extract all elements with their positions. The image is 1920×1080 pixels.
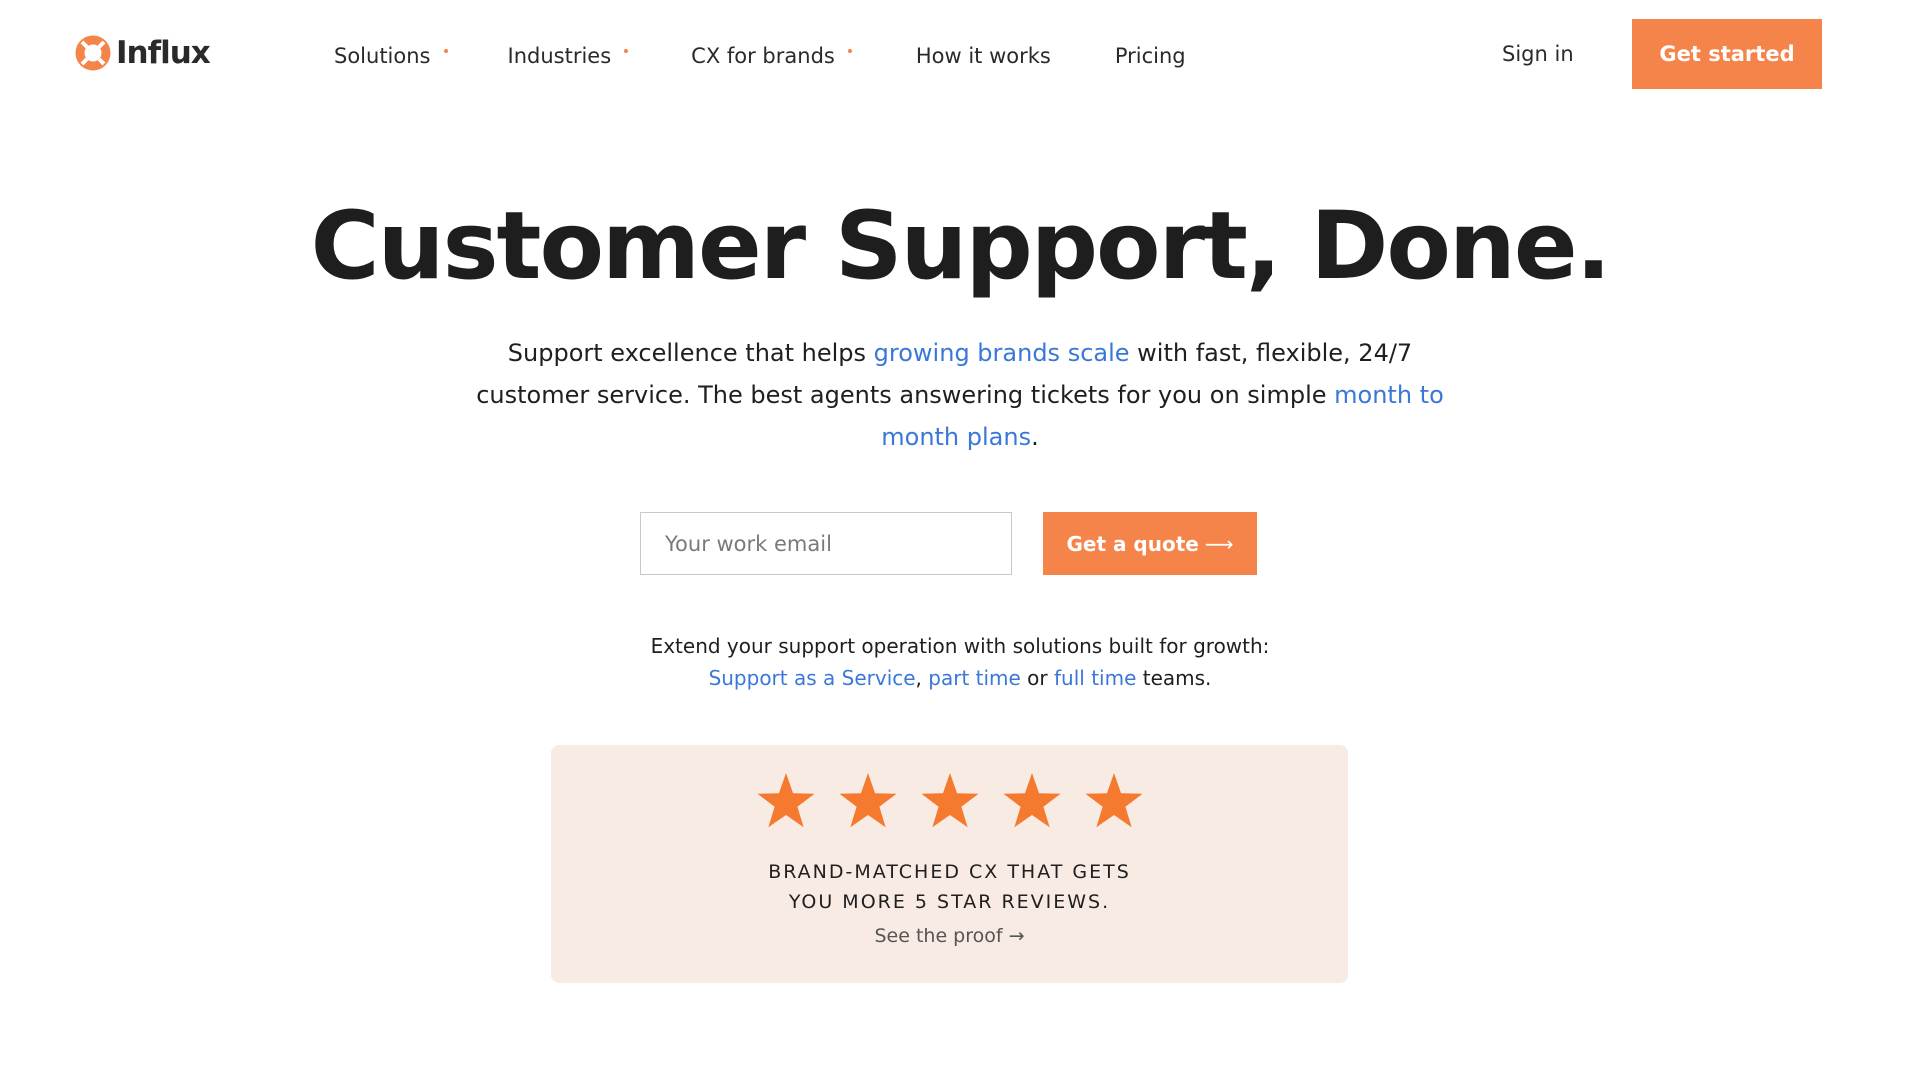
dropdown-dot-icon xyxy=(624,49,629,53)
full-time-link[interactable]: full time xyxy=(1054,666,1136,690)
star-rating xyxy=(551,771,1348,833)
extend-suffix: teams. xyxy=(1136,666,1212,690)
nav-item-label: How it works xyxy=(915,44,1051,68)
growing-brands-link[interactable]: growing brands scale xyxy=(874,339,1130,367)
see-the-proof-link[interactable]: See the proof → xyxy=(551,925,1348,947)
hero-subtitle: Support excellence that helps growing br… xyxy=(460,332,1460,458)
review-line-1: BRAND-MATCHED CX THAT GETS xyxy=(768,861,1131,883)
get-started-button[interactable]: Get started xyxy=(1632,19,1822,89)
support-as-a-service-link[interactable]: Support as a Service xyxy=(709,666,916,690)
arrow-right-icon: ⟶ xyxy=(1204,531,1234,556)
extend-text: Extend your support operation with solut… xyxy=(460,630,1460,694)
extend-sep: , xyxy=(915,666,929,690)
nav-item-label: CX for brands xyxy=(691,44,835,68)
nav-item-industries[interactable]: Industries xyxy=(508,44,629,68)
hero-sub-text: Support excellence that helps xyxy=(507,339,874,367)
dropdown-dot-icon xyxy=(847,49,852,53)
star-icon xyxy=(920,773,979,828)
nav-item-pricing[interactable]: Pricing xyxy=(1115,44,1186,68)
nav-item-label: Industries xyxy=(507,44,612,68)
review-line-2: YOU MORE 5 STAR REVIEWS. xyxy=(788,891,1111,913)
get-a-quote-button[interactable]: Get a quote ⟶ xyxy=(1043,512,1257,575)
nav-item-cx-for-brands[interactable]: CX for brands xyxy=(691,44,852,68)
star-icon xyxy=(1002,773,1061,828)
dropdown-dot-icon xyxy=(443,49,448,53)
logo-text: Influx xyxy=(116,35,211,71)
hero-sub-text: . xyxy=(1031,423,1039,451)
nav-item-label: Solutions xyxy=(334,44,431,68)
hero-title: Customer Support, Done. xyxy=(310,192,1612,301)
extend-sep: or xyxy=(1020,666,1055,690)
get-a-quote-label: Get a quote xyxy=(1066,531,1199,556)
see-the-proof-label: See the proof xyxy=(874,925,1003,947)
nav-item-label: Pricing xyxy=(1114,44,1186,68)
sign-in-link[interactable]: Sign in xyxy=(1502,42,1574,66)
review-headline: BRAND-MATCHED CX THAT GETS YOU MORE 5 ST… xyxy=(551,857,1348,917)
nav-item-how-it-works[interactable]: How it works xyxy=(916,44,1051,68)
star-icon xyxy=(1084,773,1143,828)
site-header: Influx Solutions Industries CX for brand… xyxy=(0,0,1920,110)
influx-logo[interactable]: Influx xyxy=(74,34,211,72)
lifebuoy-logo-icon xyxy=(75,35,111,71)
review-card: BRAND-MATCHED CX THAT GETS YOU MORE 5 ST… xyxy=(551,745,1348,983)
star-icon xyxy=(838,773,897,828)
work-email-input[interactable] xyxy=(640,512,1012,575)
main-nav: Solutions Industries CX for brands How i… xyxy=(334,38,1186,74)
arrow-right-icon: → xyxy=(1008,925,1025,947)
part-time-link[interactable]: part time xyxy=(928,666,1021,690)
star-icon xyxy=(756,773,815,828)
extend-line: Extend your support operation with solut… xyxy=(650,634,1270,658)
nav-item-solutions[interactable]: Solutions xyxy=(334,44,448,68)
